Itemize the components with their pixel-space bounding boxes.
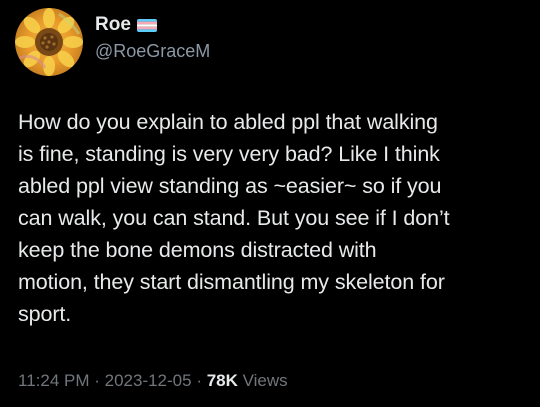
meta-separator: ·	[89, 371, 105, 390]
author-display-name[interactable]: Roe	[95, 13, 131, 37]
author-name-row: Roe	[95, 13, 210, 37]
views-label: Views	[242, 371, 288, 390]
transgender-flag-icon	[136, 18, 157, 32]
tweet-card: Roe @RoeGraceM How do you explain to abl…	[0, 0, 540, 407]
tweet-date[interactable]: 2023-12-05	[105, 371, 192, 390]
views-count: 78K	[206, 371, 238, 390]
author-handle[interactable]: @RoeGraceM	[95, 39, 210, 63]
sunflower-avatar-icon	[15, 8, 83, 76]
meta-separator: ·	[191, 371, 207, 390]
tweet-meta: 11:24 PM · 2023-12-05 · 78K Views	[18, 370, 288, 392]
tweet-text: How do you explain to abled ppl that wal…	[18, 110, 450, 326]
avatar[interactable]	[15, 8, 83, 76]
author-info: Roe @RoeGraceM	[95, 13, 210, 63]
tweet-time[interactable]: 11:24 PM	[18, 371, 90, 390]
